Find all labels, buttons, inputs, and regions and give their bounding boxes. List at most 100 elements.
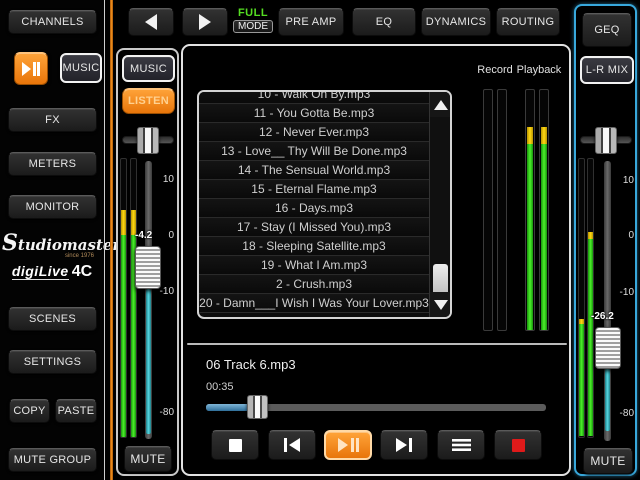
mute-group-button[interactable]: MUTE GROUP xyxy=(8,448,97,472)
master-fader-line xyxy=(605,368,610,431)
digital-mixer-screen: CHANNELS MUSIC FX METERS MONITOR Studiom… xyxy=(0,0,640,480)
playback-meter-right xyxy=(539,89,549,331)
scale-tick-10: 10 xyxy=(610,175,634,186)
product-model: 4C xyxy=(72,263,92,280)
scale-tick-0: 0 xyxy=(150,230,174,241)
playback-meter-left xyxy=(525,89,535,331)
scale-tick-minus10: -10 xyxy=(610,287,634,298)
play-pause-icon xyxy=(338,438,359,452)
previous-track-button[interactable] xyxy=(268,430,316,460)
nav-previous-button[interactable] xyxy=(128,8,174,36)
playlist-rows: 10 - Walk On By.mp3 11 - You Gotta Be.mp… xyxy=(199,90,429,313)
brand-initial: S xyxy=(2,230,18,256)
sidebar-item-scenes[interactable]: SCENES xyxy=(8,307,97,331)
playlist-item[interactable]: 16 - Days.mp3 xyxy=(199,199,429,218)
music-meter-right xyxy=(130,158,137,438)
sidebar-item-settings[interactable]: SETTINGS xyxy=(8,350,97,374)
music-fader-value: -4.2 xyxy=(135,230,152,241)
current-track-title: 06 Track 6.mp3 xyxy=(206,357,296,372)
listen-button[interactable]: LISTEN xyxy=(122,88,175,114)
sidebar-item-channels[interactable]: CHANNELS xyxy=(8,10,97,34)
scale-tick-10: 10 xyxy=(150,174,174,185)
sidebar-item-meters[interactable]: METERS xyxy=(8,152,97,176)
scale-tick-0: 0 xyxy=(610,230,634,241)
nav-next-button[interactable] xyxy=(182,8,228,36)
scroll-up-icon xyxy=(434,100,448,110)
master-pan-knob[interactable] xyxy=(595,127,617,154)
stop-icon xyxy=(229,439,242,452)
paste-button[interactable]: PASTE xyxy=(55,399,97,423)
music-fader-knob[interactable] xyxy=(135,246,161,289)
next-track-button[interactable] xyxy=(380,430,428,460)
master-meter-left xyxy=(578,158,585,438)
scale-tick-minus80: -80 xyxy=(150,407,174,418)
tab-preamp[interactable]: PRE AMP xyxy=(278,8,344,36)
product-name: digiLive xyxy=(12,263,69,280)
product-logo: digiLive4C xyxy=(2,263,102,281)
right-arrow-icon xyxy=(199,14,211,30)
left-arrow-icon xyxy=(145,14,157,30)
playlist-item[interactable]: 11 - You Gotta Be.mp3 xyxy=(199,104,429,123)
record-icon xyxy=(512,439,525,452)
tab-routing[interactable]: ROUTING xyxy=(496,8,560,36)
playlist-item[interactable]: 20 - Damn___I Wish I Was Your Lover.mp3 xyxy=(199,294,429,313)
brand-logo: Studiomaster since 1976 digiLive4C xyxy=(2,236,102,281)
brand-name: Studiomaster xyxy=(2,236,102,254)
next-track-icon xyxy=(396,438,413,452)
tab-geq[interactable]: GEQ xyxy=(582,13,632,47)
play-pause-icon xyxy=(22,62,40,76)
master-fader-knob[interactable] xyxy=(595,327,621,369)
master-mute-button[interactable]: MUTE xyxy=(583,448,633,474)
sidebar-item-music[interactable]: MUSIC xyxy=(60,53,102,83)
master-fader-value: -26.2 xyxy=(591,311,614,322)
mode-label: MODE xyxy=(233,20,273,33)
playlist-item[interactable]: 19 - What I Am.mp3 xyxy=(199,256,429,275)
tab-dynamics[interactable]: DYNAMICS xyxy=(421,8,491,36)
playback-meters-label: Playback xyxy=(509,64,569,76)
mode-toggle-button[interactable]: FULL MODE xyxy=(232,2,274,38)
sidebar: CHANNELS MUSIC FX METERS MONITOR Studiom… xyxy=(0,0,105,480)
playlist-item[interactable]: 10 - Walk On By.mp3 xyxy=(199,90,429,104)
stop-button[interactable] xyxy=(211,430,259,460)
playlist-menu-button[interactable] xyxy=(437,430,485,460)
copy-button[interactable]: COPY xyxy=(9,399,50,423)
scroll-down-icon xyxy=(434,300,448,310)
music-meter-left xyxy=(120,158,127,438)
elapsed-time: 00:35 xyxy=(206,381,234,393)
master-channel-strip: GEQ L-R MIX 10 0 -10 -80 -26.2 MUTE xyxy=(574,4,637,476)
tab-eq[interactable]: EQ xyxy=(352,8,416,36)
master-strip-title-button[interactable]: L-R MIX xyxy=(580,56,634,84)
sidebar-item-monitor[interactable]: MONITOR xyxy=(8,195,97,219)
music-channel-strip: MUSIC LISTEN 10 0 -10 -80 -4.2 MUTE xyxy=(116,48,179,476)
play-pause-button[interactable] xyxy=(324,430,372,460)
record-meter-right xyxy=(497,89,507,331)
track-progress-knob[interactable] xyxy=(247,395,268,419)
player-toggle-button[interactable] xyxy=(14,52,48,85)
playlist-scrollbar xyxy=(429,92,450,317)
playlist: 10 - Walk On By.mp3 11 - You Gotta Be.mp… xyxy=(197,90,452,319)
mode-state-label: FULL xyxy=(238,7,268,19)
sidebar-item-fx[interactable]: FX xyxy=(8,108,97,132)
player-section-divider xyxy=(187,343,567,345)
previous-track-icon xyxy=(284,438,301,452)
playlist-item[interactable]: 13 - Love__ Thy Will Be Done.mp3 xyxy=(199,142,429,161)
scroll-down-button[interactable] xyxy=(430,292,451,317)
music-strip-title-button[interactable]: MUSIC xyxy=(122,55,175,82)
record-button[interactable] xyxy=(494,430,542,460)
music-pan-knob[interactable] xyxy=(137,127,159,154)
scale-tick-minus80: -80 xyxy=(610,408,634,419)
music-player-panel: 10 - Walk On By.mp3 11 - You Gotta Be.mp… xyxy=(181,44,571,476)
music-mute-button[interactable]: MUTE xyxy=(124,446,172,472)
playlist-item[interactable]: 17 - Stay (I Missed You).mp3 xyxy=(199,218,429,237)
record-meter-left xyxy=(483,89,493,331)
playlist-item[interactable]: 18 - Sleeping Satellite.mp3 xyxy=(199,237,429,256)
playlist-item[interactable]: 14 - The Sensual World.mp3 xyxy=(199,161,429,180)
playlist-menu-icon xyxy=(452,438,471,452)
sidebar-divider-line xyxy=(104,0,105,480)
scroll-up-button[interactable] xyxy=(430,92,451,117)
playlist-item[interactable]: 15 - Eternal Flame.mp3 xyxy=(199,180,429,199)
playlist-item[interactable]: 12 - Never Ever.mp3 xyxy=(199,123,429,142)
master-meter-right xyxy=(587,158,594,438)
playlist-item[interactable]: 2 - Crush.mp3 xyxy=(199,275,429,294)
accent-divider-line xyxy=(110,0,113,480)
